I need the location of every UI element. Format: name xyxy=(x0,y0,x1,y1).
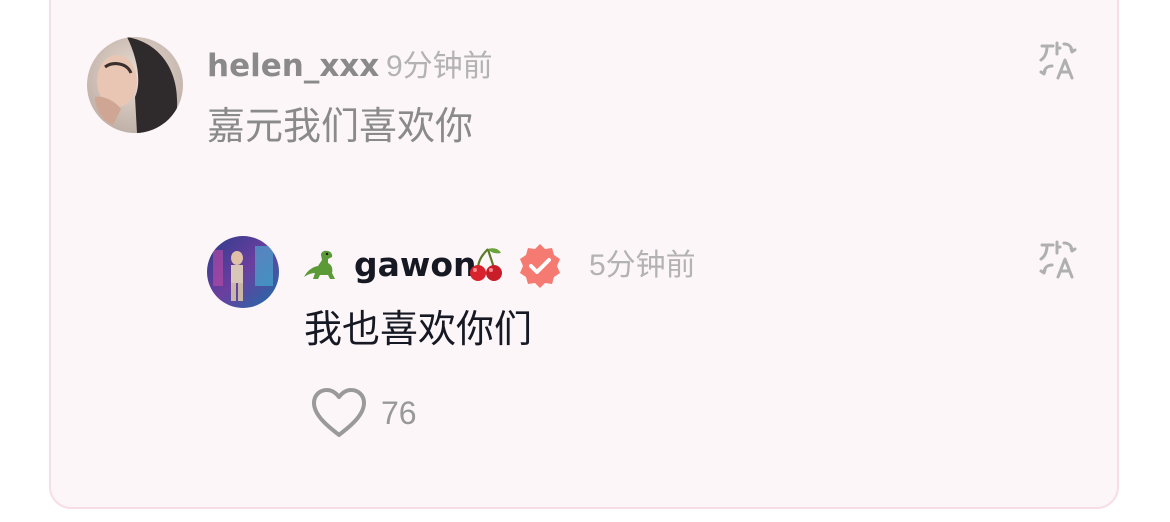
comment-text: 嘉元我们喜欢你 xyxy=(207,104,474,148)
commenter-username[interactable]: helen_xxx xyxy=(207,47,379,85)
reply-timestamp: 5分钟前 xyxy=(589,249,696,282)
reply-text: 我也喜欢你们 xyxy=(304,307,533,351)
reply-avatar[interactable] xyxy=(207,236,279,308)
like-count: 76 xyxy=(381,395,417,431)
reply-username[interactable]: gawon xyxy=(354,245,477,285)
heart-outline-icon[interactable] xyxy=(310,387,368,443)
cherry-emoji xyxy=(468,245,504,287)
dinosaur-emoji xyxy=(302,247,338,287)
comment-timestamp: 9分钟前 xyxy=(386,50,493,83)
translate-icon[interactable] xyxy=(1038,239,1078,279)
verified-check-icon xyxy=(516,242,564,294)
commenter-avatar[interactable] xyxy=(87,37,183,133)
translate-icon[interactable] xyxy=(1038,40,1078,80)
